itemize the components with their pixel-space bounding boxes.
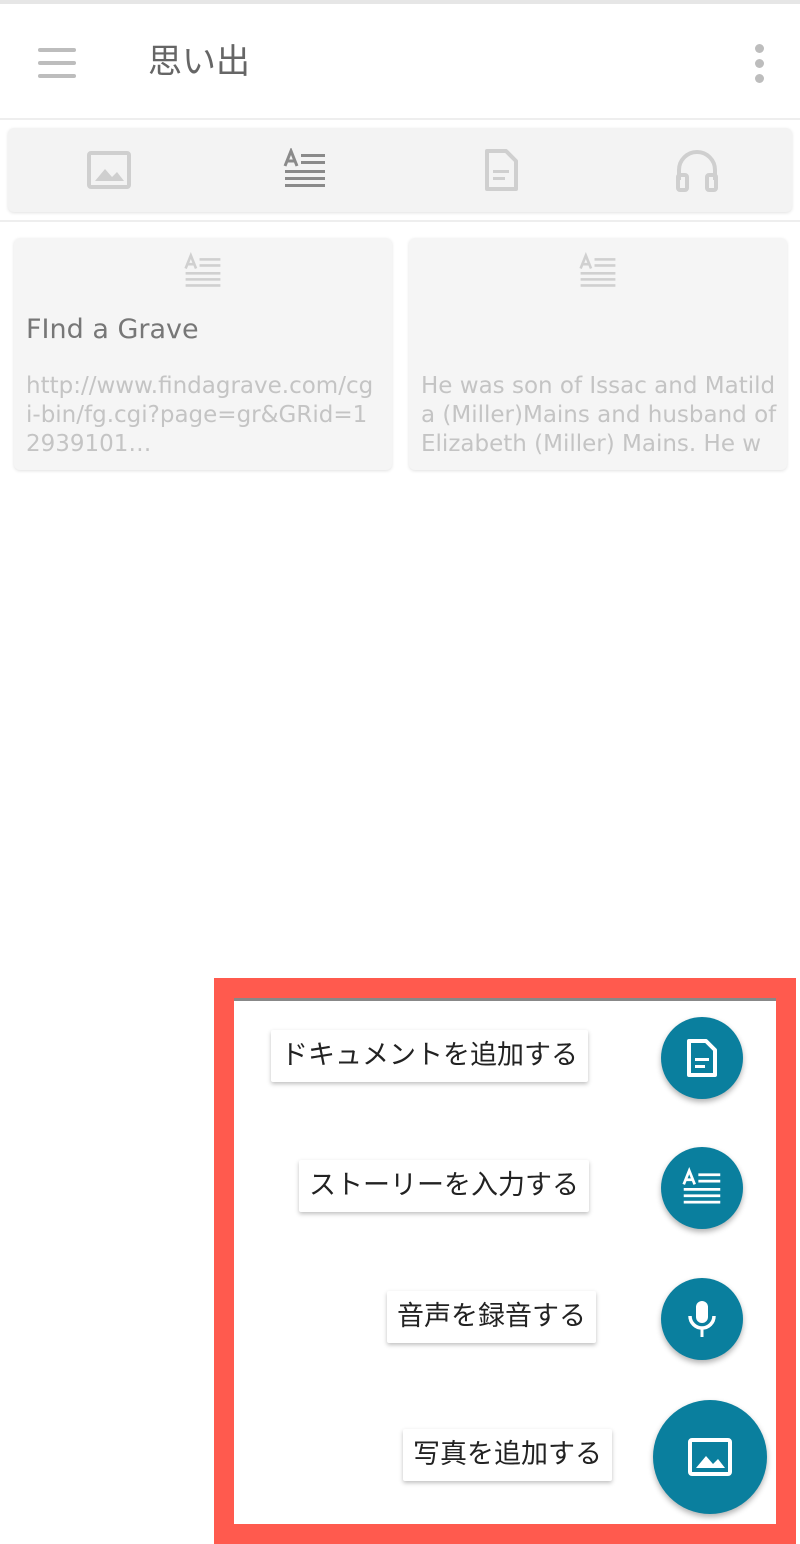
more-vert-icon[interactable]: [748, 44, 772, 84]
divider: [0, 220, 800, 222]
enter-story-label[interactable]: ストーリーを入力する: [299, 1160, 589, 1212]
microphone-icon: [688, 1301, 716, 1337]
add-document-button[interactable]: [661, 1017, 743, 1099]
tab-documents[interactable]: [400, 128, 596, 212]
document-icon: [687, 1039, 717, 1077]
headphones-icon: [676, 150, 718, 192]
card-title: FInd a Grave: [26, 314, 199, 345]
divider: [234, 998, 776, 1001]
add-document-label[interactable]: ドキュメントを追加する: [271, 1030, 588, 1082]
document-icon: [485, 149, 518, 191]
image-icon: [688, 1438, 732, 1476]
story-text-icon: [682, 1167, 721, 1204]
story-text-icon: [579, 252, 616, 287]
page-title: 思い出: [148, 42, 250, 82]
fab-speed-dial-menu: ドキュメントを追加する ストーリーを入力する 音声を録音する 写真を追加する: [214, 978, 796, 1544]
memory-card[interactable]: He was son of Issac and Matilda (Miller)…: [409, 238, 787, 470]
tab-stories[interactable]: [204, 128, 400, 212]
filter-tab-bar: [8, 128, 792, 212]
card-excerpt: http://www.findagrave.com/cgi-bin/fg.cgi…: [26, 373, 374, 457]
card-excerpt: He was son of Issac and Matilda (Miller)…: [421, 373, 777, 462]
story-text-icon: [184, 252, 221, 287]
image-icon: [87, 151, 131, 189]
record-audio-button[interactable]: [661, 1278, 743, 1360]
add-photo-label[interactable]: 写真を追加する: [403, 1429, 612, 1481]
record-audio-label[interactable]: 音声を録音する: [387, 1291, 596, 1343]
app-bar: 思い出: [0, 4, 800, 120]
memory-card[interactable]: FInd a Grave http://www.findagrave.com/c…: [14, 238, 392, 470]
hamburger-menu-icon[interactable]: [38, 48, 76, 78]
tab-audio[interactable]: [596, 128, 792, 212]
story-text-icon: [283, 148, 325, 187]
tab-photos[interactable]: [8, 128, 204, 212]
add-photo-button[interactable]: [653, 1400, 767, 1514]
enter-story-button[interactable]: [661, 1147, 743, 1229]
